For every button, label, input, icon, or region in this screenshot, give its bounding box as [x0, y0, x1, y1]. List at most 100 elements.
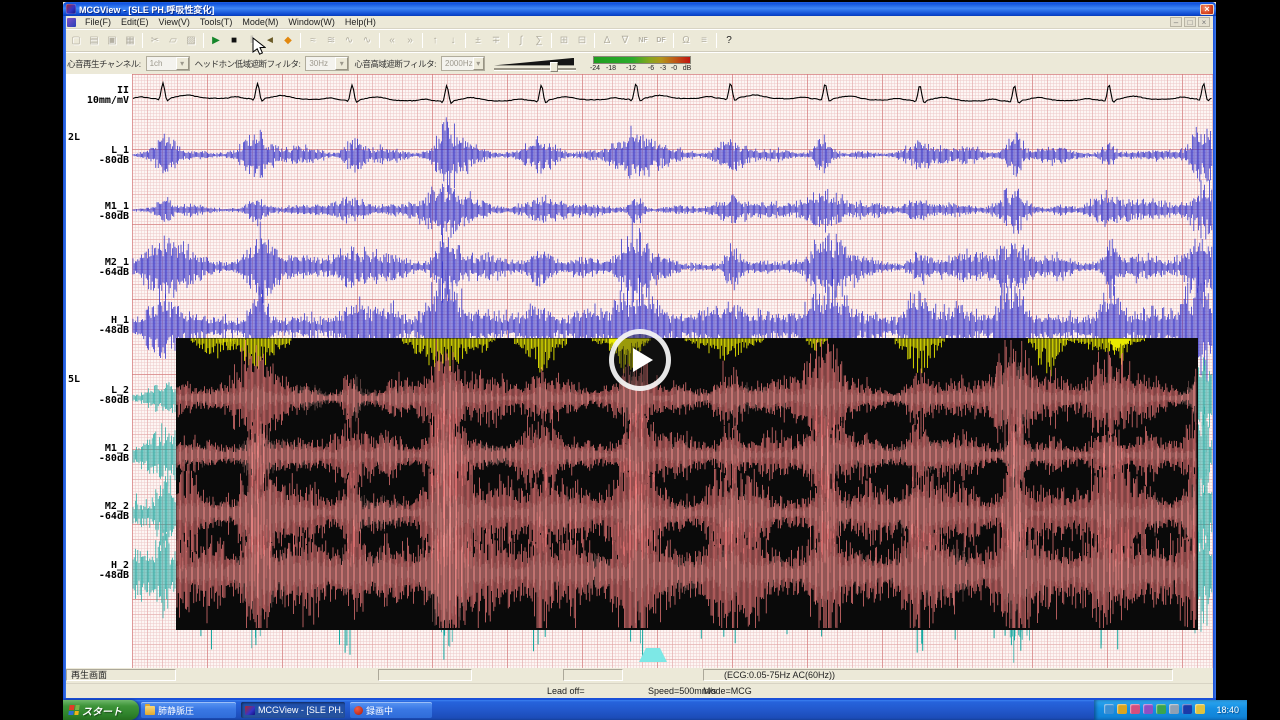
chevron-down-icon: ▾ — [335, 57, 348, 70]
volume-slider[interactable] — [494, 56, 580, 72]
close-button[interactable]: × — [1200, 4, 1214, 15]
toolbar-separator — [379, 33, 380, 48]
cut-button[interactable]: ✂ — [146, 32, 164, 49]
channel-label-h1: H_1 -48dB — [63, 316, 129, 336]
print-button[interactable]: ▦ — [121, 32, 139, 49]
toolbar-separator — [300, 33, 301, 48]
mcgview-icon — [66, 4, 76, 14]
tray-antivirus-icon[interactable] — [1130, 704, 1140, 714]
channel-label-m1-1: M1_1 -80dB — [63, 202, 129, 222]
marker-button[interactable]: ◆ — [279, 32, 297, 49]
taskbar-item-mcgview[interactable]: MCGView - [SLE PH. — [241, 702, 345, 718]
channel-label-ecg: II 10mm/mV — [63, 86, 129, 106]
volume-thumb[interactable] — [550, 62, 558, 72]
playback-position-marker[interactable] — [639, 648, 667, 662]
filter-high-button[interactable]: ∑ — [530, 32, 548, 49]
measure-button[interactable]: ∆ — [598, 32, 616, 49]
db-tick-labels: -24-18-12-6-3-0dB — [591, 65, 703, 73]
mdi-restore-button[interactable]: □ — [1184, 17, 1196, 27]
nf-button[interactable]: NF — [634, 32, 652, 49]
open-button[interactable]: ▤ — [85, 32, 103, 49]
status-lead-off: Lead off= — [547, 686, 585, 696]
channel-label-h2: H_2 -48dB — [63, 561, 129, 581]
lowcut-filter-select[interactable]: 30Hz ▾ — [305, 56, 349, 71]
tray-status-icon[interactable] — [1156, 704, 1166, 714]
db-tick: -12 — [626, 65, 636, 72]
wave-expand-button[interactable]: ≈ — [304, 32, 322, 49]
filter-low-button[interactable]: ∫ — [512, 32, 530, 49]
copy-button[interactable]: ▱ — [164, 32, 182, 49]
highcut-filter-select[interactable]: 2000Hz ▾ — [441, 56, 485, 71]
prev-page-button[interactable]: ↑ — [426, 32, 444, 49]
chevron-down-icon: ▾ — [473, 57, 484, 70]
list-button[interactable]: ≡ — [695, 32, 713, 49]
sens-down-button[interactable]: ∓ — [487, 32, 505, 49]
tray-update-icon[interactable] — [1117, 704, 1127, 714]
db-tick: -3 — [660, 65, 666, 72]
stop-button[interactable]: ■ — [225, 32, 243, 49]
db-tick: -18 — [606, 65, 616, 72]
mdi-close-button[interactable]: × — [1198, 17, 1210, 27]
paste-button[interactable]: ▨ — [182, 32, 200, 49]
tray-messenger-icon[interactable] — [1182, 704, 1192, 714]
db-gradient-bar — [593, 56, 691, 64]
channel-label-m2-2: M2_2 -64dB — [63, 502, 129, 522]
mdi-minimize-button[interactable]: – — [1170, 17, 1182, 27]
record-icon — [354, 706, 363, 715]
sens-up-button[interactable]: ± — [469, 32, 487, 49]
tray-network-icon[interactable] — [1104, 704, 1114, 714]
volume-wedge-icon — [494, 58, 574, 67]
lead-button[interactable]: Ω — [677, 32, 695, 49]
channel-label-m2-1: M2_1 -64dB — [63, 258, 129, 278]
tray-document-icon[interactable] — [1195, 704, 1205, 714]
play-button[interactable]: ▶ — [207, 32, 225, 49]
toolbar-separator — [203, 33, 204, 48]
chevron-down-icon: ▾ — [176, 57, 189, 70]
baseline-button[interactable]: ⊟ — [573, 32, 591, 49]
wave-compress-button[interactable]: ≋ — [322, 32, 340, 49]
df-button[interactable]: DF — [652, 32, 670, 49]
next-page-button[interactable]: ↓ — [444, 32, 462, 49]
audio-channel-select[interactable]: 1ch ▾ — [146, 56, 190, 71]
rewind-button[interactable]: « — [383, 32, 401, 49]
title-bar[interactable]: MCGView - [SLE PH.呼吸性変化] × — [63, 2, 1216, 16]
taskbar-item-folder[interactable]: 肺静脈圧 — [141, 702, 236, 718]
audio-channel-label: 心音再生チャンネル: — [67, 58, 141, 70]
gain-down-button[interactable]: ∿ — [358, 32, 376, 49]
save-button[interactable]: ▣ — [103, 32, 121, 49]
menu-file[interactable]: File(F) — [80, 17, 116, 27]
toolbar-separator — [716, 33, 717, 48]
help-button[interactable]: ? — [720, 32, 738, 49]
annotate-button[interactable]: ∇ — [616, 32, 634, 49]
menu-view[interactable]: View(V) — [154, 17, 195, 27]
channel-label-m1-2: M1_2 -80dB — [63, 444, 129, 464]
play-icon — [633, 348, 653, 372]
grid-button[interactable]: ⊞ — [555, 32, 573, 49]
status-bar: 再生画面 (ECG:0.05-75Hz AC(60Hz)) — [63, 668, 1216, 683]
video-play-button[interactable] — [609, 329, 671, 391]
new-button[interactable]: ▢ — [67, 32, 85, 49]
gain-up-button[interactable]: ∿ — [340, 32, 358, 49]
document-icon — [67, 18, 76, 27]
menu-tools[interactable]: Tools(T) — [195, 17, 238, 27]
tray-usb-icon[interactable] — [1169, 704, 1179, 714]
highcut-filter-label: 心音高域遮断フィルタ: — [354, 58, 436, 70]
group-label-bottom: 5L — [68, 374, 80, 385]
toolbar-separator — [422, 33, 423, 48]
toolbar-separator — [594, 33, 595, 48]
menu-help[interactable]: Help(H) — [340, 17, 381, 27]
status-panel-3 — [563, 669, 623, 681]
menu-window[interactable]: Window(W) — [283, 17, 340, 27]
channel-label-l1: L_1 -80dB — [63, 146, 129, 166]
mouse-cursor — [252, 37, 266, 61]
audio-toolbar: 心音再生チャンネル: 1ch ▾ ヘッドホン低域遮断フィルタ: 30Hz ▾ 心… — [63, 52, 1216, 74]
start-button[interactable]: スタート — [63, 700, 139, 720]
folder-icon — [145, 706, 155, 715]
taskbar-item-recording[interactable]: 録画中 — [350, 702, 432, 718]
toolbar-separator — [508, 33, 509, 48]
tray-app-icon[interactable] — [1143, 704, 1153, 714]
menu-bar: File(F) Edit(E) View(V) Tools(T) Mode(M)… — [63, 16, 1216, 29]
menu-mode[interactable]: Mode(M) — [237, 17, 283, 27]
menu-edit[interactable]: Edit(E) — [116, 17, 154, 27]
forward-button[interactable]: » — [401, 32, 419, 49]
